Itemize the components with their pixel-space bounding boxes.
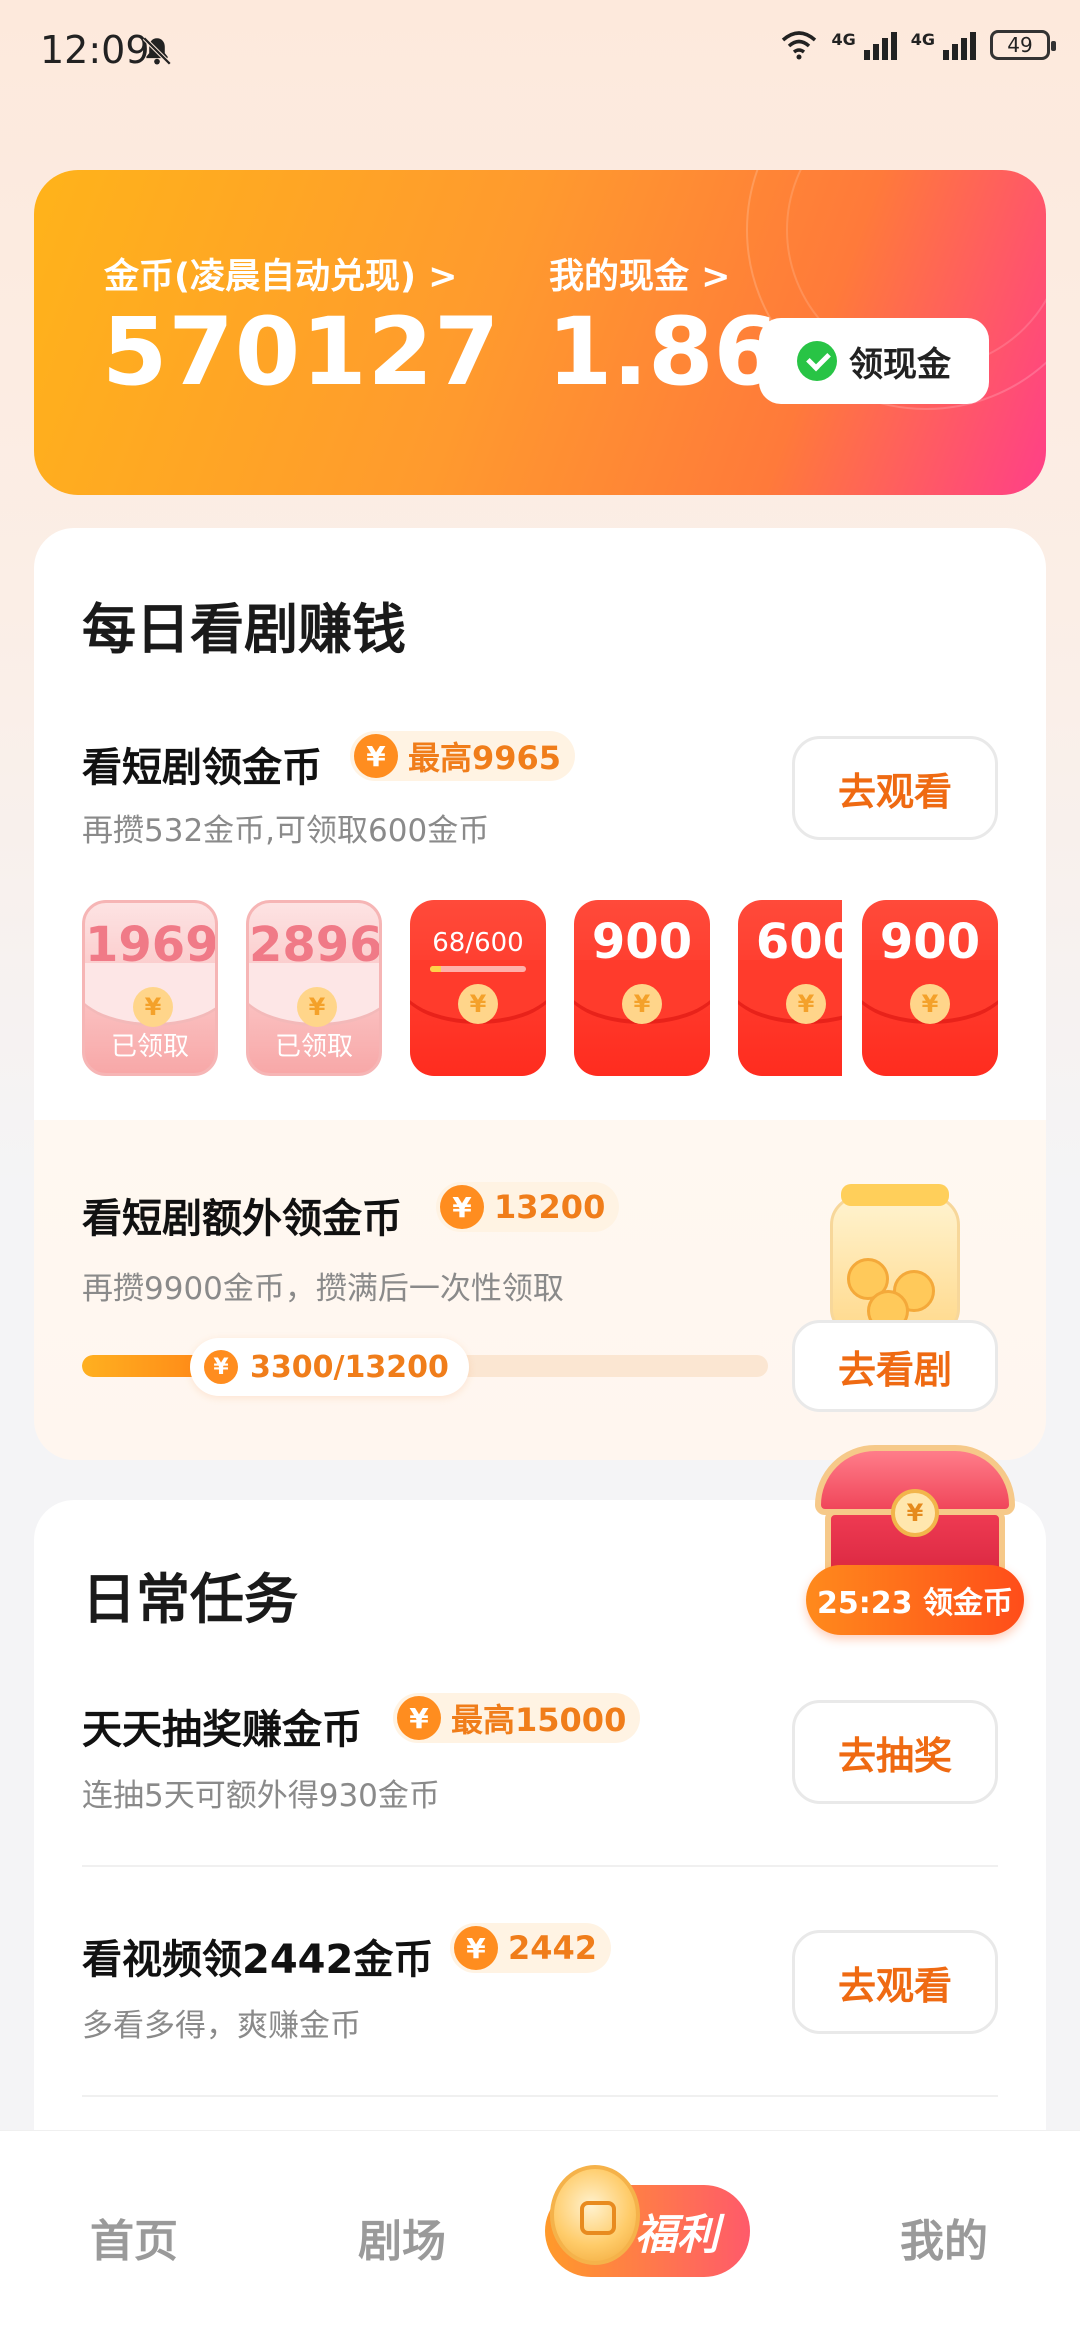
status-bar: 12:09 4G 4G 49 — [0, 0, 1080, 100]
coin-icon: ¥ — [204, 1350, 238, 1384]
packet-progress-text: 68/600 — [432, 928, 524, 958]
max-coin-badge: ¥ 最高9965 — [350, 731, 576, 781]
packet-status: 已领取 — [274, 1032, 353, 1062]
cash-value: 1.86 — [547, 298, 779, 407]
network-type-1: 4G — [831, 30, 856, 49]
red-packet[interactable]: 68/600 ¥ — [410, 900, 546, 1076]
coin-icon: ¥ — [454, 1926, 498, 1970]
nav-theater[interactable]: 剧场 — [358, 2205, 446, 2269]
video-subtitle: 多看多得，爽赚金币 — [82, 2008, 361, 2044]
coins-link[interactable]: 金币(凌晨自动兑现) > — [104, 248, 458, 299]
coin-icon: ¥ — [133, 987, 173, 1027]
cash-link[interactable]: 我的现金 > — [549, 248, 731, 299]
packet-status: 已领取 — [110, 1032, 189, 1062]
watch-drama-button[interactable]: 去看剧 — [792, 1320, 998, 1412]
extra-subtitle: 再攒9900金币，攒满后一次性领取 — [82, 1271, 564, 1307]
divider — [82, 2095, 998, 2097]
welfare-coin-icon — [550, 2165, 640, 2265]
red-packet[interactable]: 1969 ¥ 已领取 — [82, 900, 218, 1076]
nav-home[interactable]: 首页 — [90, 2205, 178, 2269]
red-packet[interactable]: 900 ¥ — [574, 900, 710, 1076]
task-title-watch-drama: 看短剧领金币 — [82, 745, 322, 791]
lottery-coin-badge: ¥ 最高15000 — [393, 1693, 641, 1743]
coin-icon: ¥ — [622, 984, 662, 1024]
task-subtitle: 再攒532金币,可领取600金币 — [82, 813, 490, 849]
battery-icon: 49 — [990, 30, 1056, 60]
red-packet[interactable]: 2896 ¥ 已领取 — [246, 900, 382, 1076]
coin-jar-icon — [830, 1184, 960, 1335]
coin-icon: ¥ — [910, 984, 950, 1024]
wifi-icon — [782, 31, 817, 60]
lottery-subtitle: 连抽5天可额外得930金币 — [82, 1778, 440, 1814]
bell-muted-icon — [142, 36, 172, 66]
extra-progress-chip: ¥ 3300/13200 — [190, 1338, 469, 1396]
coin-icon: ¥ — [397, 1696, 441, 1740]
coins-value: 570127 — [102, 298, 501, 407]
extra-coin-badge: ¥ 13200 — [436, 1182, 620, 1232]
wallet-card: 金币(凌晨自动兑现) > 570127 我的现金 > 1.86 领现金 — [34, 170, 1046, 495]
coin-icon: ¥ — [440, 1185, 484, 1229]
divider — [82, 1865, 998, 1867]
section-title-daily-tasks: 日常任务 — [82, 1568, 298, 1631]
wechat-pay-icon — [797, 341, 837, 381]
lottery-button[interactable]: 去抽奖 — [792, 1700, 998, 1804]
withdraw-label: 领现金 — [849, 344, 951, 385]
packet-progress-bar — [430, 966, 526, 972]
status-time: 12:09 — [40, 28, 150, 72]
video-coin-badge: ¥ 2442 — [450, 1923, 612, 1973]
withdraw-cash-button[interactable]: 领现金 — [759, 318, 989, 404]
watch-button[interactable]: 去观看 — [792, 736, 998, 840]
chest-timer-button[interactable]: 25:23 领金币 — [806, 1565, 1024, 1635]
section-title-daily-watch: 每日看剧赚钱 — [82, 598, 406, 661]
signal-icon-1 — [863, 30, 897, 60]
coin-icon: ¥ — [458, 984, 498, 1024]
red-packet[interactable]: 900 ¥ — [862, 900, 998, 1076]
signal-icon-2 — [943, 30, 976, 60]
task-title-extra-coins: 看短剧额外领金币 — [82, 1196, 402, 1242]
task-title-video: 看视频领2442金币 — [82, 1937, 434, 1983]
coin-icon: ¥ — [354, 734, 398, 778]
coin-icon: ¥ — [786, 984, 826, 1024]
network-type-2: 4G — [910, 30, 935, 49]
task-title-lottery: 天天抽奖赚金币 — [82, 1707, 362, 1753]
red-packet[interactable]: 600 ¥ — [738, 900, 842, 1076]
nav-mine[interactable]: 我的 — [900, 2205, 988, 2269]
coin-icon: ¥ — [297, 987, 337, 1027]
video-watch-button[interactable]: 去观看 — [792, 1930, 998, 2034]
